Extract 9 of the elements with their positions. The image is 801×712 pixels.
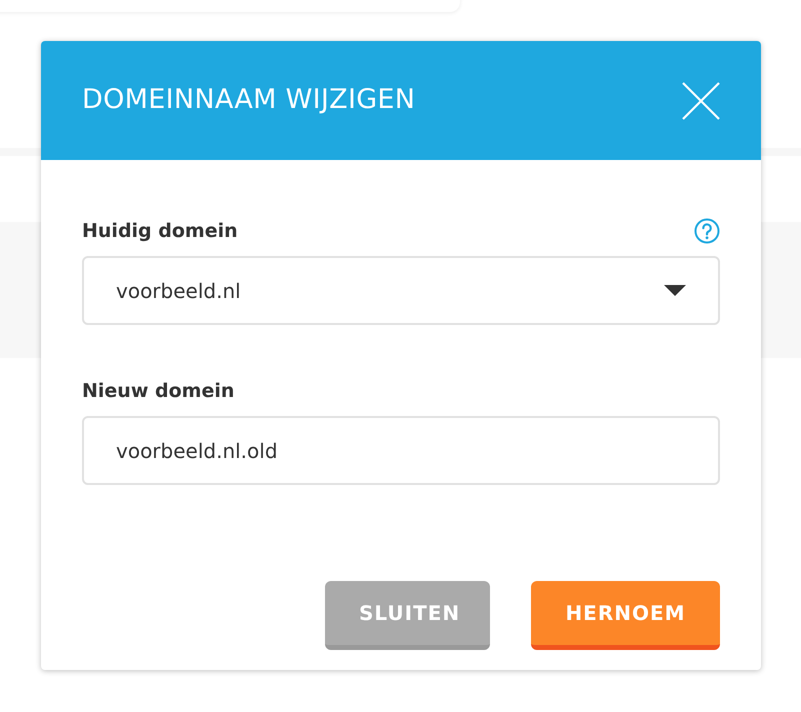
field-label: Huidig domein xyxy=(82,218,238,244)
close-button[interactable] xyxy=(682,82,720,120)
input-field[interactable]: voorbeeld.nl.old xyxy=(82,416,720,485)
caret-icon xyxy=(664,284,686,296)
domain-dropdown[interactable]: voorbeeld.nl xyxy=(82,256,720,325)
dialog-title: DOMEINNAAM WIJZIGEN xyxy=(82,84,416,117)
help-icon[interactable] xyxy=(694,218,720,244)
field-label: Nieuw domein xyxy=(82,378,234,404)
close-icon xyxy=(682,82,720,120)
